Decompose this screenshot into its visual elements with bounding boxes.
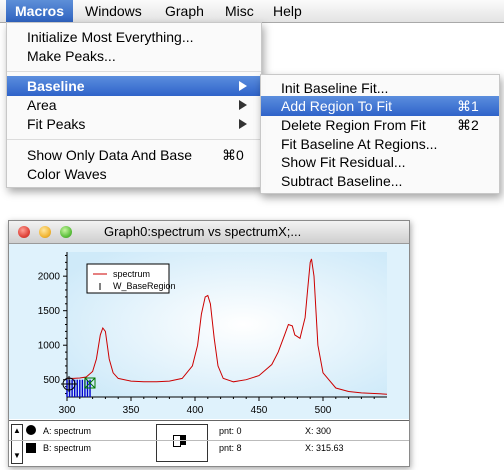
menu-separator [7, 139, 261, 140]
cursor-a-trace: A: spectrum [43, 426, 92, 436]
cursor-a-point: pnt: 0 [219, 426, 242, 436]
menu-help[interactable]: Help [264, 0, 311, 22]
x-tick-label: 350 [123, 405, 140, 416]
x-tick-label: 450 [251, 405, 268, 416]
close-icon[interactable] [18, 226, 30, 238]
menu-item-label: Area [27, 97, 57, 113]
menu-item-label: Add Region To Fit [281, 98, 393, 114]
menu-item-shortcut: ⌘2 [457, 117, 479, 133]
menu-item-area[interactable]: Area [7, 95, 261, 115]
cursor-a-marker-icon[interactable] [26, 425, 36, 435]
submenu-arrow-icon [239, 119, 247, 129]
menu-item-add-region[interactable]: Add Region To Fit ⌘1 [261, 96, 499, 116]
graph-window: Graph0:spectrum vs spectrumX;... 500 1000… [8, 220, 410, 467]
cursor-b-point: pnt: 8 [219, 443, 242, 453]
cursor-b-x: X: 315.63 [305, 443, 344, 453]
menu-graph[interactable]: Graph [156, 0, 213, 22]
menu-item-label: Fit Peaks [27, 116, 86, 132]
menu-item-fit-peaks[interactable]: Fit Peaks [7, 114, 261, 134]
menu-item-delete-region[interactable]: Delete Region From Fit ⌘2 [261, 115, 499, 135]
cursor-info-panel: ▲ ▼ A: spectrum B: spectrum pnt: 0 X: 30… [9, 420, 409, 466]
menu-item-fit-baseline[interactable]: Fit Baseline At Regions... [261, 134, 499, 154]
submenu-arrow-icon [239, 81, 247, 91]
menu-item-initialize[interactable]: Initialize Most Everything... [7, 27, 261, 47]
window-title: Graph0:spectrum vs spectrumX;... [104, 224, 302, 239]
menu-item-shortcut: ⌘0 [222, 147, 244, 163]
menu-item-label: Show Fit Residual... [281, 154, 406, 170]
baseline-submenu: Init Baseline Fit... Add Region To Fit ⌘… [260, 74, 500, 194]
plot-area[interactable]: 500 1000 1500 2000 300 350 400 450 500 spectrum [9, 244, 409, 419]
menu-item-show-only-data[interactable]: Show Only Data And Base ⌘0 [7, 145, 261, 165]
x-tick-label: 400 [187, 405, 204, 416]
menu-item-baseline[interactable]: Baseline [7, 76, 261, 96]
menu-item-label: Make Peaks... [27, 48, 116, 64]
menu-windows[interactable]: Windows [76, 0, 151, 22]
menu-bar: Macros Windows Graph Misc Help [0, 0, 504, 23]
menu-item-init-baseline-fit[interactable]: Init Baseline Fit... [261, 78, 499, 98]
cursor-b-trace: B: spectrum [43, 443, 92, 453]
menu-item-make-peaks[interactable]: Make Peaks... [7, 46, 261, 66]
menu-misc[interactable]: Misc [216, 0, 263, 22]
legend-label-region: W_BaseRegion [113, 281, 176, 291]
y-tick-label: 2000 [38, 272, 61, 283]
menu-item-color-waves[interactable]: Color Waves [7, 164, 261, 184]
menu-item-label: Delete Region From Fit [281, 117, 426, 133]
chart-legend: spectrum W_BaseRegion [86, 263, 176, 294]
panel-divider [9, 440, 409, 441]
cursor-a-x: X: 300 [305, 426, 332, 436]
menu-item-label: Show Only Data And Base [27, 147, 192, 163]
x-tick-label: 300 [59, 405, 76, 416]
menu-separator [7, 71, 261, 72]
y-tick-label: 1500 [38, 306, 61, 317]
y-tick-label: 500 [43, 375, 60, 386]
menu-item-label: Color Waves [27, 166, 107, 182]
spectrum-chart[interactable]: 500 1000 1500 2000 300 350 400 450 500 spectrum [9, 244, 409, 419]
legend-label-spectrum: spectrum [113, 269, 150, 279]
zoom-icon[interactable] [60, 226, 72, 238]
menu-item-show-fit-residual[interactable]: Show Fit Residual... [261, 152, 499, 172]
menu-item-subtract-baseline[interactable]: Subtract Baseline... [261, 171, 499, 191]
menu-item-label: Baseline [27, 78, 85, 94]
window-titlebar[interactable]: Graph0:spectrum vs spectrumX;... [9, 221, 409, 244]
menu-item-label: Init Baseline Fit... [281, 80, 389, 96]
menu-item-shortcut: ⌘1 [457, 98, 479, 114]
down-arrow-icon[interactable]: ▼ [13, 451, 21, 460]
submenu-arrow-icon [239, 100, 247, 110]
menu-item-label: Subtract Baseline... [281, 173, 403, 189]
menu-item-label: Fit Baseline At Regions... [281, 136, 438, 152]
cursor-b-marker-icon[interactable] [26, 443, 36, 453]
x-tick-label: 500 [315, 405, 332, 416]
macros-menu: Initialize Most Everything... Make Peaks… [6, 22, 262, 188]
minimize-icon[interactable] [39, 226, 51, 238]
y-tick-label: 1000 [38, 341, 61, 352]
menu-item-label: Initialize Most Everything... [27, 29, 194, 45]
up-arrow-icon[interactable]: ▲ [13, 426, 21, 435]
menu-macros[interactable]: Macros [6, 0, 74, 22]
